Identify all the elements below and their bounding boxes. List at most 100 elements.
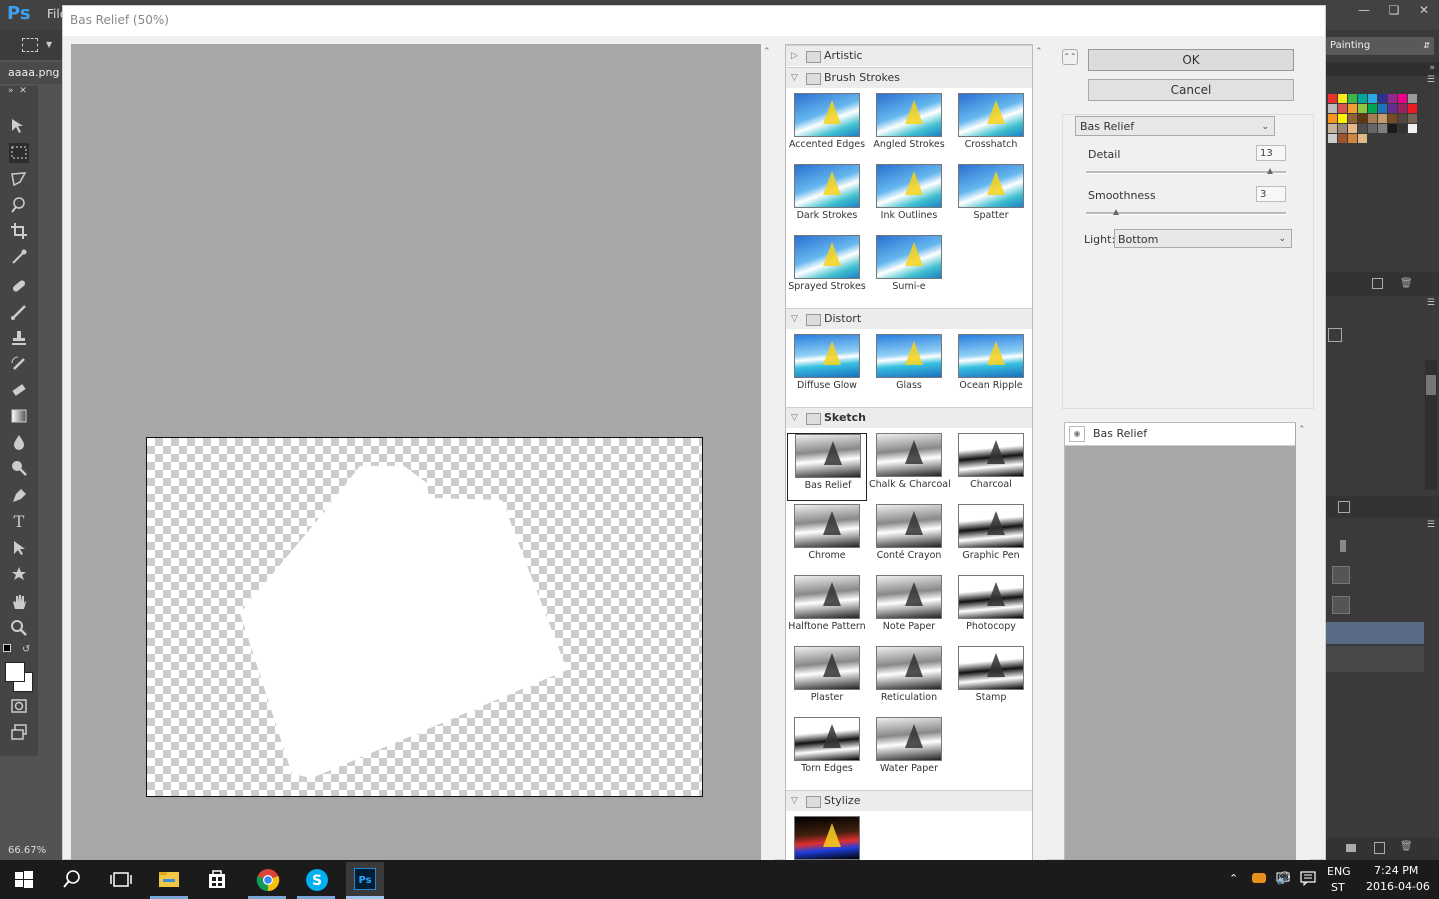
color-swatch[interactable]	[1368, 104, 1377, 113]
color-swatch[interactable]	[1368, 114, 1377, 123]
language-indicator[interactable]: ENG	[1327, 865, 1351, 878]
foreground-color-swatch[interactable]	[5, 662, 25, 682]
marquee-option-icon[interactable]	[22, 38, 38, 52]
scroll-up-icon[interactable]: ⌃	[1298, 425, 1306, 435]
color-swatch[interactable]	[1358, 104, 1367, 113]
swap-colors-icon[interactable]: ↺	[22, 644, 30, 655]
new-layer-icon[interactable]	[1374, 842, 1385, 854]
filter-thumbnail[interactable]: Photocopy	[951, 575, 1031, 643]
move-tool-icon[interactable]	[9, 116, 29, 136]
light-select[interactable]: Bottom ⌄	[1114, 229, 1292, 248]
trash-icon[interactable]: 🗑	[1400, 841, 1413, 852]
color-swatch[interactable]	[1338, 94, 1347, 103]
effect-layer-row[interactable]: ◉ Bas Relief	[1065, 423, 1295, 446]
color-swatch[interactable]	[1398, 104, 1407, 113]
color-swatch[interactable]	[1348, 114, 1357, 123]
filter-thumbnail[interactable]: Ink Outlines	[869, 164, 949, 232]
color-swatch[interactable]	[1388, 124, 1397, 133]
color-swatch[interactable]	[1408, 104, 1417, 113]
panel-menu-icon[interactable]: ☰	[1427, 75, 1435, 85]
filter-thumbnail[interactable]: Dark Strokes	[787, 164, 867, 232]
category-brush-strokes[interactable]: ▽ Brush Strokes	[786, 67, 1032, 88]
dodge-tool-icon[interactable]	[9, 458, 29, 478]
color-swatch[interactable]	[1378, 104, 1387, 113]
color-swatch[interactable]	[1408, 114, 1417, 123]
zoom-tool-icon[interactable]	[9, 618, 29, 638]
color-swatch[interactable]	[1338, 134, 1347, 143]
filter-thumbnail[interactable]: Chrome	[787, 504, 867, 572]
gallery-scrollbar[interactable]: ⌃	[1033, 44, 1047, 864]
trash-icon[interactable]: 🗑	[1400, 278, 1413, 289]
filter-thumbnail[interactable]: Chalk & Charcoal	[869, 433, 951, 501]
chevron-down-icon[interactable]: ▼	[46, 40, 52, 49]
minimize-icon[interactable]: —	[1349, 0, 1379, 20]
color-swatch[interactable]	[1358, 134, 1367, 143]
photoshop-taskbar-icon[interactable]: Ps	[353, 867, 377, 893]
color-swatch[interactable]	[1368, 124, 1377, 133]
scroll-up-icon[interactable]: ⌃	[1035, 47, 1043, 57]
color-swatch[interactable]	[1358, 114, 1367, 123]
screen-mode-icon[interactable]	[9, 722, 29, 742]
color-swatch[interactable]	[1368, 94, 1377, 103]
swatches-grid[interactable]	[1328, 94, 1420, 154]
pen-tool-icon[interactable]	[9, 486, 29, 506]
expanded-triangle-icon[interactable]: ▽	[791, 791, 798, 811]
skype-icon[interactable]: S	[305, 868, 329, 895]
close-icon[interactable]: ✕	[1409, 0, 1439, 20]
detail-value-field[interactable]: 13	[1256, 145, 1286, 161]
volume-icon[interactable]: 🔊	[1276, 871, 1291, 885]
windows-start-icon[interactable]	[14, 870, 34, 893]
color-swatch[interactable]	[1358, 94, 1367, 103]
path-selection-tool-icon[interactable]	[9, 538, 29, 558]
layer-row[interactable]	[1326, 622, 1424, 644]
filter-thumbnail[interactable]: Reticulation	[869, 646, 949, 714]
lasso-tool-icon[interactable]	[9, 169, 29, 189]
color-swatch[interactable]	[1408, 124, 1417, 133]
detail-slider[interactable]	[1086, 171, 1286, 174]
detail-slider-thumb[interactable]	[1267, 168, 1273, 174]
expanded-triangle-icon[interactable]: ▽	[791, 309, 798, 329]
effect-layers-scrollbar[interactable]: ⌃	[1296, 422, 1310, 862]
panel-menu-icon[interactable]: ☰	[1427, 298, 1435, 308]
eye-icon[interactable]: ◉	[1069, 426, 1085, 442]
filter-select[interactable]: Bas Relief ⌄	[1075, 116, 1275, 136]
notifications-icon[interactable]	[1300, 871, 1316, 889]
search-icon[interactable]	[62, 869, 82, 892]
filter-thumbnail[interactable]: Torn Edges	[787, 717, 867, 785]
preview-scrollbar[interactable]: ⌃	[761, 44, 775, 864]
color-swatch[interactable]	[1398, 124, 1407, 133]
store-icon[interactable]	[206, 868, 228, 893]
expanded-triangle-icon[interactable]: ▽	[791, 68, 798, 88]
panel-collapse-icon[interactable]: » ✕	[8, 86, 27, 96]
healing-brush-tool-icon[interactable]	[9, 276, 29, 296]
eraser-tool-icon[interactable]	[9, 380, 29, 400]
filter-thumbnail[interactable]: Sprayed Strokes	[787, 235, 867, 303]
adjustment-icon[interactable]	[1328, 328, 1342, 342]
filter-thumbnail[interactable]: Accented Edges	[787, 93, 867, 161]
folder-icon[interactable]	[1346, 844, 1356, 852]
workspace-select[interactable]: Painting ⇵	[1326, 37, 1434, 55]
type-tool-icon[interactable]: T	[9, 512, 29, 532]
preview-canvas[interactable]	[146, 437, 703, 797]
color-swatch[interactable]	[1348, 134, 1357, 143]
filter-thumbnail[interactable]: Water Paper	[869, 717, 949, 785]
ok-button[interactable]: OK	[1088, 49, 1294, 71]
category-artistic[interactable]: ▷ Artistic	[786, 45, 1032, 66]
filter-thumbnail[interactable]: Plaster	[787, 646, 867, 714]
smoothness-slider-thumb[interactable]	[1113, 209, 1119, 215]
restore-icon[interactable]: ❏	[1379, 0, 1409, 20]
filter-thumbnail[interactable]: Glass	[869, 334, 949, 402]
color-swatch[interactable]	[1398, 114, 1407, 123]
clock-time[interactable]: 7:24 PM	[1374, 864, 1418, 877]
tray-app-icon[interactable]	[1252, 873, 1266, 883]
file-explorer-icon[interactable]	[158, 869, 180, 892]
color-swatch[interactable]	[1378, 124, 1387, 133]
color-swatch[interactable]	[1388, 114, 1397, 123]
color-swatch[interactable]	[1398, 94, 1407, 103]
filter-thumbnail[interactable]: Halftone Pattern	[787, 575, 867, 643]
filter-thumbnail[interactable]: Glowing Edges	[787, 816, 867, 863]
color-swatch[interactable]	[1378, 114, 1387, 123]
opacity-dropdown[interactable]	[1332, 596, 1350, 614]
blend-dropdown[interactable]	[1332, 566, 1350, 584]
color-swatch[interactable]	[1388, 104, 1397, 113]
